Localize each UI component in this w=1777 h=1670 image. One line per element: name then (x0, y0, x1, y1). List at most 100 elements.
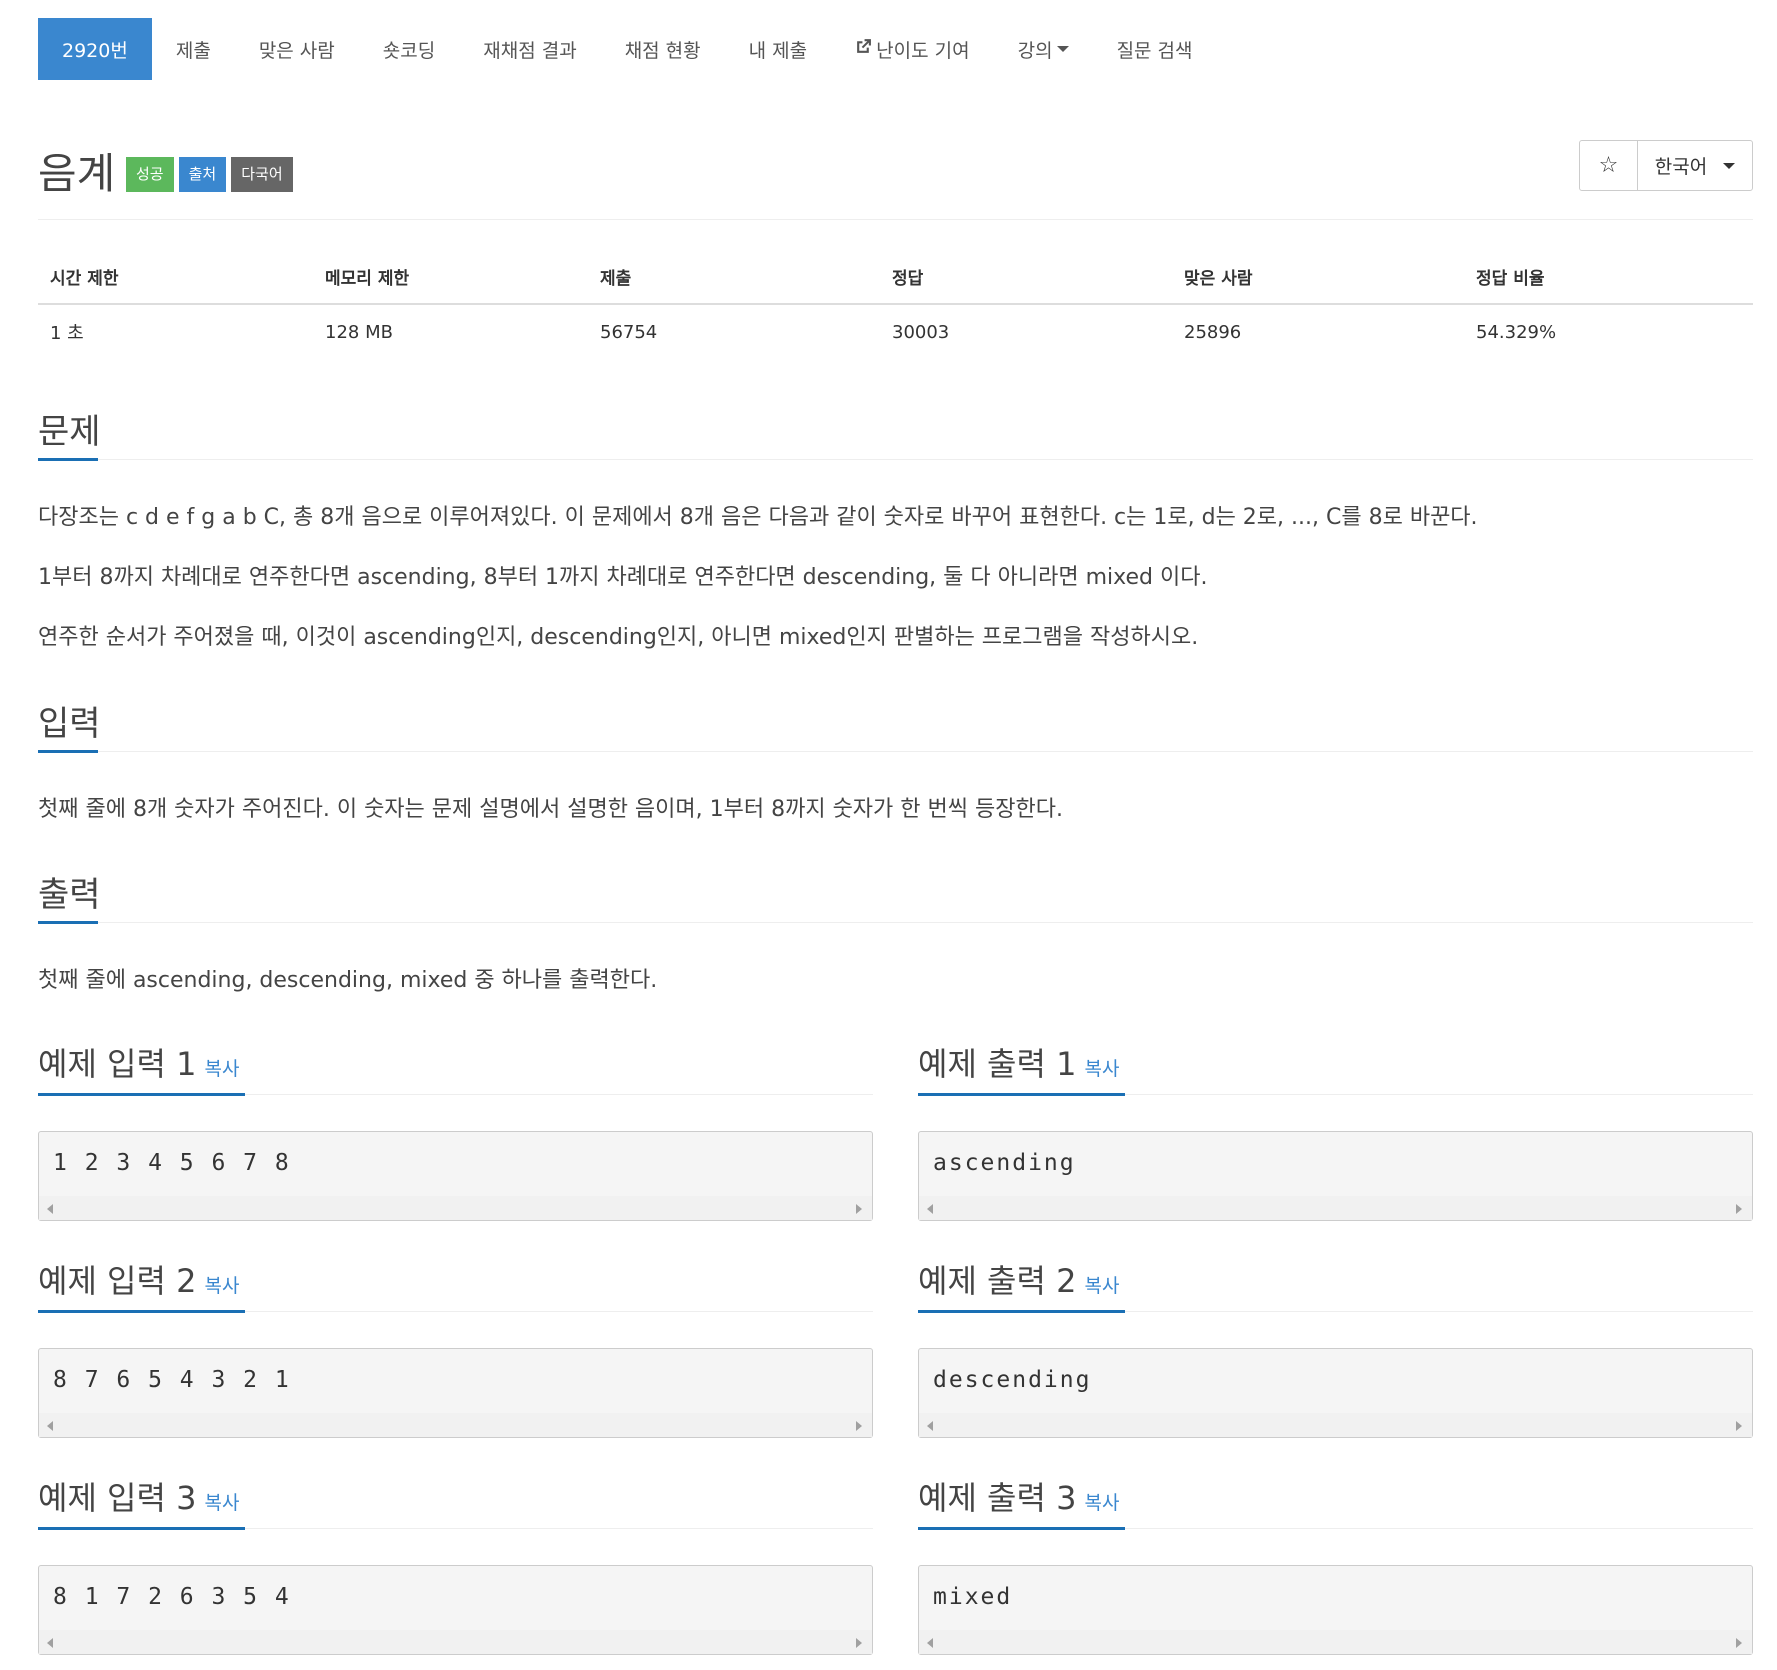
sample-output-1: 예제 출력 1 복사 ascending (918, 1035, 1753, 1221)
sample-output-3: 예제 출력 3 복사 mixed (918, 1469, 1753, 1655)
table-cell: 56754 (600, 321, 658, 343)
section-underline (38, 921, 98, 924)
nav-label: 제출 (175, 39, 211, 62)
star-icon: ☆ (1598, 153, 1619, 178)
scroll-left-icon[interactable] (927, 1638, 933, 1648)
copy-button[interactable]: 복사 (1084, 1275, 1119, 1297)
nav-item-difficulty[interactable]: 난이도 기여 (831, 18, 993, 80)
sample-title-wrap: 예제 입력 3 복사 (38, 1473, 239, 1519)
scroll-right-icon[interactable] (856, 1204, 862, 1214)
sample-title: 예제 입력 1 (38, 1045, 197, 1083)
nav-label: 질문 검색 (1116, 39, 1193, 62)
section-underline (918, 1310, 1125, 1313)
table-header: 시간 제한 (38, 250, 313, 305)
table-cell: 54.329% (1476, 321, 1557, 343)
badge-group: 성공 출처 다국어 (126, 157, 293, 192)
sample-code-box[interactable]: 8 7 6 5 4 3 2 1 (38, 1348, 873, 1438)
copy-button[interactable]: 복사 (204, 1492, 239, 1514)
sample-title: 예제 출력 1 (918, 1045, 1077, 1083)
horizontal-scrollbar[interactable] (919, 1413, 1752, 1437)
sample-title: 예제 출력 3 (918, 1479, 1077, 1517)
horizontal-scrollbar[interactable] (39, 1196, 872, 1220)
copy-button[interactable]: 복사 (204, 1058, 239, 1080)
horizontal-scrollbar[interactable] (39, 1413, 872, 1437)
input-description: 첫째 줄에 8개 숫자가 주어진다. 이 숫자는 문제 설명에서 설명한 음이며… (38, 797, 1063, 822)
nav-label: 내 제출 (748, 39, 808, 62)
nav-item-status[interactable]: 채점 현황 (601, 18, 725, 80)
section-underline (38, 1093, 245, 1096)
language-dropdown[interactable]: 한국어 (1638, 141, 1752, 190)
copy-button[interactable]: 복사 (1084, 1058, 1119, 1080)
problem-nav: 2920번 제출 맞은 사람 숏코딩 재채점 결과 채점 현황 내 제출 난이도… (38, 18, 1217, 80)
scroll-right-icon[interactable] (1736, 1421, 1742, 1431)
output-section: 출력 첫째 줄에 ascending, descending, mixed 중 … (38, 863, 1753, 993)
scroll-left-icon[interactable] (47, 1204, 53, 1214)
horizontal-scrollbar[interactable] (39, 1630, 872, 1654)
section-header: 예제 입력 1 복사 (38, 1035, 873, 1096)
section-underline (38, 1310, 245, 1313)
language-button-group: ☆ 한국어 (1579, 140, 1753, 191)
nav-item-submit[interactable]: 제출 (152, 18, 235, 80)
table-header: 제출 (588, 250, 880, 305)
nav-item-problem[interactable]: 2920번 (38, 18, 152, 80)
scroll-right-icon[interactable] (856, 1421, 862, 1431)
horizontal-scrollbar[interactable] (919, 1630, 1752, 1654)
section-header: 예제 출력 3 복사 (918, 1469, 1753, 1530)
sample-code: mixed (933, 1584, 1013, 1610)
scroll-left-icon[interactable] (47, 1421, 53, 1431)
section-underline (38, 1527, 245, 1530)
section-header: 예제 입력 3 복사 (38, 1469, 873, 1530)
sample-title-wrap: 예제 출력 1 복사 (918, 1039, 1119, 1085)
scroll-right-icon[interactable] (1736, 1204, 1742, 1214)
scroll-right-icon[interactable] (856, 1638, 862, 1648)
table-cell: 1 초 (50, 323, 84, 344)
copy-button[interactable]: 복사 (204, 1275, 239, 1297)
sample-code-box[interactable]: 1 2 3 4 5 6 7 8 (38, 1131, 873, 1221)
nav-item-short-coding[interactable]: 숏코딩 (359, 18, 459, 80)
badge-success: 성공 (126, 157, 174, 192)
nav-item-my-submissions[interactable]: 내 제출 (725, 18, 831, 80)
table-row: 1 초 128 MB 56754 30003 25896 54.329% (38, 304, 1753, 359)
section-title: 출력 (38, 875, 101, 915)
sample-title-wrap: 예제 출력 3 복사 (918, 1473, 1119, 1519)
table-cell: 25896 (1184, 321, 1242, 343)
copy-button[interactable]: 복사 (1084, 1492, 1119, 1514)
output-description: 첫째 줄에 ascending, descending, mixed 중 하나를… (38, 968, 658, 993)
problem-title: 음계 (38, 149, 116, 198)
sample-title-wrap: 예제 출력 2 복사 (918, 1256, 1119, 1302)
description-paragraph: 다장조는 c d e f g a b C, 총 8개 음으로 이루어져있다. 이… (38, 505, 1478, 530)
sample-code: descending (933, 1367, 1092, 1393)
section-header: 입력 (38, 692, 1753, 753)
nav-item-lectures[interactable]: 강의 (994, 18, 1093, 80)
sample-code-box[interactable]: mixed (918, 1565, 1753, 1655)
nav-item-question-search[interactable]: 질문 검색 (1093, 18, 1217, 80)
scroll-right-icon[interactable] (1736, 1638, 1742, 1648)
sample-title: 예제 출력 2 (918, 1262, 1077, 1300)
description-section: 문제 다장조는 c d e f g a b C, 총 8개 음으로 이루어져있다… (38, 400, 1753, 650)
scroll-left-icon[interactable] (927, 1421, 933, 1431)
badge-multilingual: 다국어 (231, 157, 293, 192)
table-header: 정답 비율 (1464, 250, 1753, 305)
badge-source[interactable]: 출처 (178, 157, 227, 192)
nav-item-solved-users[interactable]: 맞은 사람 (235, 18, 359, 80)
section-header: 예제 출력 1 복사 (918, 1035, 1753, 1096)
sample-title: 예제 입력 2 (38, 1262, 197, 1300)
sample-code-box[interactable]: descending (918, 1348, 1753, 1438)
horizontal-scrollbar[interactable] (919, 1196, 1752, 1220)
nav-label: 강의 (1017, 39, 1053, 62)
section-underline (38, 750, 98, 753)
section-header: 출력 (38, 863, 1753, 924)
sample-title-wrap: 예제 입력 1 복사 (38, 1039, 239, 1085)
star-button[interactable]: ☆ (1580, 141, 1638, 190)
scroll-left-icon[interactable] (927, 1204, 933, 1214)
sample-code-box[interactable]: 8 1 7 2 6 3 5 4 (38, 1565, 873, 1655)
scroll-left-icon[interactable] (47, 1638, 53, 1648)
nav-item-rejudge[interactable]: 재채점 결과 (459, 18, 600, 80)
section-header: 예제 출력 2 복사 (918, 1252, 1753, 1313)
sample-code: 8 7 6 5 4 3 2 1 (53, 1367, 291, 1393)
nav-label: 맞은 사람 (258, 39, 335, 62)
caret-down-icon (1723, 162, 1736, 169)
problem-info-table: 시간 제한 메모리 제한 제출 정답 맞은 사람 정답 비율 1 초 128 M… (38, 250, 1753, 359)
sample-code-box[interactable]: ascending (918, 1131, 1753, 1221)
description-paragraph: 연주한 순서가 주어졌을 때, 이것이 ascending인지, descend… (38, 625, 1199, 650)
